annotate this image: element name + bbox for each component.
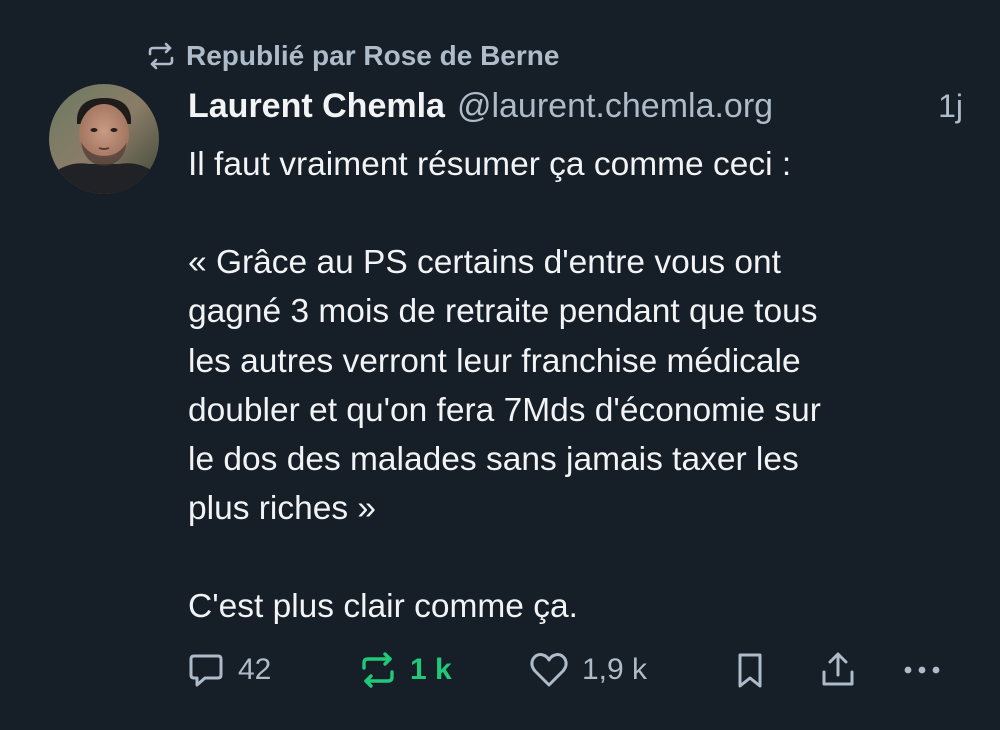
reposted-by-label: Republié par Rose de Berne — [186, 40, 560, 71]
author-handle[interactable]: @laurent.chemla.org — [457, 87, 773, 126]
reply-button[interactable]: 42 — [186, 646, 271, 694]
like-button[interactable]: 1,9 k — [528, 646, 647, 694]
heart-icon — [528, 650, 570, 690]
post-paragraph: C'est plus clair comme ça. — [188, 588, 578, 626]
post-actions: 42 1 k 1,9 k — [186, 646, 956, 694]
repost-icon — [146, 42, 176, 70]
like-count: 1,9 k — [582, 653, 648, 686]
share-button[interactable] — [818, 646, 858, 694]
more-icon — [900, 650, 944, 690]
more-options-button[interactable] — [900, 646, 944, 694]
avatar[interactable] — [49, 84, 159, 194]
author-name[interactable]: Laurent Chemla — [188, 87, 445, 126]
repost-count: 1 k — [410, 653, 452, 686]
post-body: Il faut vraiment résumer ça comme ceci :… — [188, 140, 978, 632]
post-timestamp[interactable]: 1j — [938, 88, 963, 125]
repost-button[interactable]: 1 k — [358, 646, 452, 694]
reposted-by-line[interactable]: Republié par Rose de Berne — [146, 36, 559, 76]
post-header: Laurent Chemla @laurent.chemla.org 1j — [188, 84, 963, 128]
bookmark-icon — [732, 650, 768, 690]
post-paragraph: « Grâce au PS certains d'entre vous ont … — [188, 244, 821, 528]
bookmark-button[interactable] — [732, 646, 768, 694]
reply-count: 42 — [238, 653, 272, 686]
repost-icon — [358, 650, 398, 690]
post-paragraph: Il faut vraiment résumer ça comme ceci : — [188, 146, 792, 183]
share-icon — [818, 650, 858, 690]
reply-icon — [186, 650, 226, 690]
